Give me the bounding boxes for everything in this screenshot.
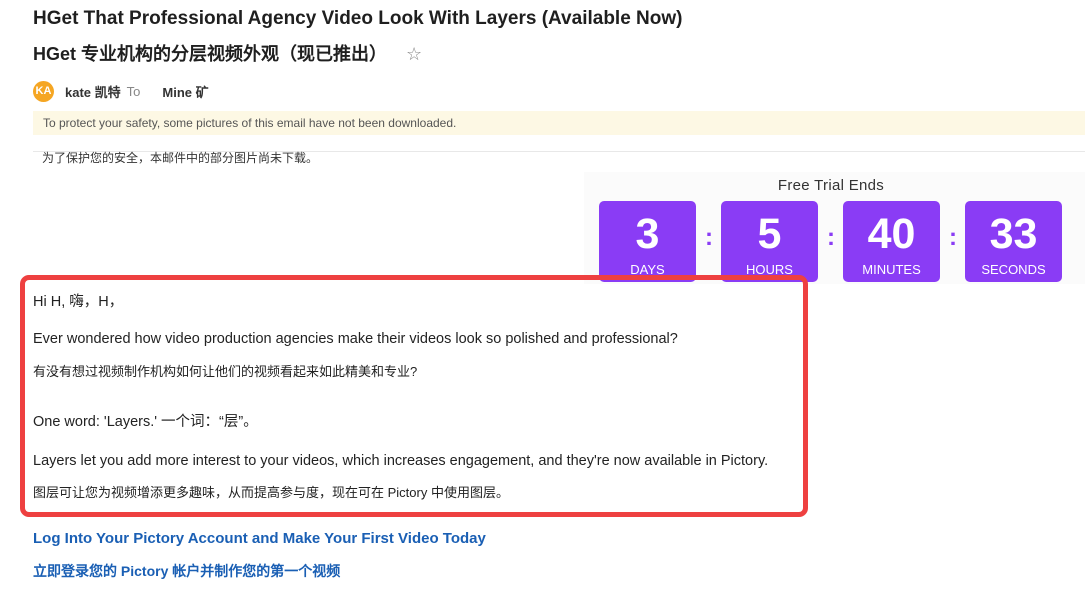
countdown-minutes: 40 MINUTES	[843, 201, 940, 282]
star-icon[interactable]: ☆	[406, 44, 422, 65]
sender-name[interactable]: kate 凯特	[65, 82, 121, 101]
to-label: To	[126, 83, 141, 99]
countdown-separator: :	[827, 224, 835, 251]
countdown-seconds: 33 SECONDS	[965, 201, 1062, 282]
countdown-timer: Free Trial Ends 3 DAYS : 5 HOURS : 40 MI…	[584, 172, 1085, 284]
image-blocked-notice-cn: 为了保护您的安全，本邮件中的部分图片尚未下载。	[42, 151, 319, 165]
countdown-separator: :	[949, 224, 957, 251]
countdown-hours: 5 HOURS	[721, 201, 818, 282]
image-blocked-notice: To protect your safety, some pictures of…	[33, 111, 1085, 135]
paragraph-2: One word: 'Layers.' 一个词：“层”。	[33, 414, 258, 430]
countdown-days-value: 3	[635, 210, 660, 258]
countdown-minutes-value: 40	[867, 210, 916, 258]
email-subject-cn: HGet 专业机构的分层视频外观（现已推出）	[33, 44, 388, 64]
paragraph-1-cn: 有没有想过视频制作机构如何让他们的视频看起来如此精美和专业?	[33, 364, 418, 379]
recipient-name[interactable]: Mine 矿	[162, 82, 208, 101]
countdown-days: 3 DAYS	[599, 201, 696, 282]
login-link-cn[interactable]: 立即登录您的 Pictory 帐户并制作您的第一个视频	[33, 561, 340, 581]
paragraph-3-cn: 图层可让您为视频增添更多趣味，从而提高参与度，现在可在 Pictory 中使用图…	[33, 485, 509, 500]
countdown-title: Free Trial Ends	[777, 177, 885, 194]
countdown-seconds-label: SECONDS	[981, 262, 1046, 277]
sender-row: KA kate 凯特 To Mine 矿	[33, 80, 209, 102]
email-subject-cn-row: HGet 专业机构的分层视频外观（现已推出） ☆	[33, 40, 422, 66]
countdown-hours-value: 5	[757, 210, 782, 258]
avatar[interactable]: KA	[33, 80, 54, 102]
email-subject-en: HGet That Professional Agency Video Look…	[33, 8, 683, 29]
countdown-separator: :	[705, 224, 713, 251]
countdown-seconds-value: 33	[989, 210, 1038, 258]
greeting: Hi H, 嗨，H，	[33, 294, 124, 310]
login-link-en[interactable]: Log Into Your Pictory Account and Make Y…	[33, 530, 486, 547]
countdown-minutes-label: MINUTES	[862, 262, 921, 277]
paragraph-1-en: Ever wondered how video production agenc…	[33, 331, 678, 347]
highlight-box	[20, 275, 808, 517]
paragraph-3-en: Layers let you add more interest to your…	[33, 453, 769, 469]
